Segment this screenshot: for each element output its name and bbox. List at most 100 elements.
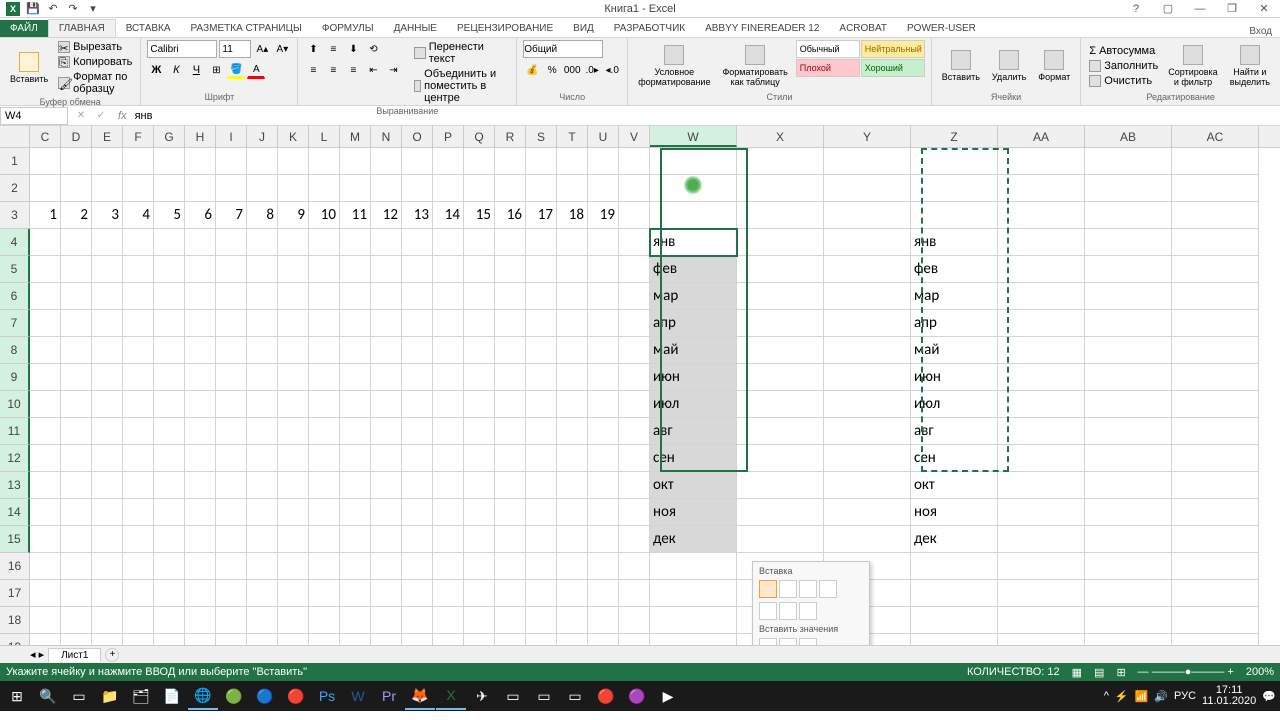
cell[interactable] bbox=[619, 634, 650, 645]
cell[interactable] bbox=[92, 526, 123, 553]
cell[interactable] bbox=[30, 580, 61, 607]
cell[interactable] bbox=[495, 337, 526, 364]
col-header-E[interactable]: E bbox=[92, 126, 123, 147]
cell[interactable]: 7 bbox=[216, 202, 247, 229]
cell[interactable] bbox=[154, 472, 185, 499]
cell[interactable] bbox=[402, 499, 433, 526]
cell[interactable] bbox=[619, 337, 650, 364]
cell[interactable] bbox=[557, 445, 588, 472]
outdent-btn[interactable]: ⇤ bbox=[364, 61, 382, 79]
merge-center-btn[interactable]: Объединить и поместить в центре bbox=[412, 67, 510, 105]
cell[interactable] bbox=[464, 634, 495, 645]
col-header-L[interactable]: L bbox=[309, 126, 340, 147]
cell[interactable] bbox=[247, 634, 278, 645]
cell[interactable] bbox=[278, 418, 309, 445]
cell[interactable] bbox=[526, 148, 557, 175]
cell[interactable] bbox=[61, 418, 92, 445]
col-header-R[interactable]: R bbox=[495, 126, 526, 147]
paste-option-all[interactable] bbox=[759, 580, 777, 598]
cell[interactable] bbox=[998, 499, 1085, 526]
paste-option-width[interactable] bbox=[779, 602, 797, 620]
cell[interactable] bbox=[911, 580, 998, 607]
cell[interactable]: 15 bbox=[464, 202, 495, 229]
zoom-level[interactable]: 200% bbox=[1246, 666, 1274, 678]
cell[interactable]: сен bbox=[650, 445, 737, 472]
cell[interactable] bbox=[464, 229, 495, 256]
cell[interactable] bbox=[61, 445, 92, 472]
cell[interactable] bbox=[464, 283, 495, 310]
cell[interactable] bbox=[464, 364, 495, 391]
underline-btn[interactable]: Ч bbox=[187, 61, 205, 79]
style-bad[interactable]: Плохой bbox=[796, 59, 860, 77]
cell[interactable] bbox=[998, 148, 1085, 175]
cell[interactable] bbox=[278, 256, 309, 283]
cell[interactable] bbox=[309, 634, 340, 645]
cell[interactable] bbox=[619, 229, 650, 256]
sort-filter-btn[interactable]: Сортировка и фильтр bbox=[1164, 40, 1221, 91]
cell[interactable] bbox=[92, 607, 123, 634]
col-header-S[interactable]: S bbox=[526, 126, 557, 147]
tab-review[interactable]: РЕЦЕНЗИРОВАНИЕ bbox=[447, 20, 563, 37]
cell[interactable] bbox=[998, 310, 1085, 337]
cell[interactable]: 12 bbox=[371, 202, 402, 229]
cell[interactable] bbox=[402, 607, 433, 634]
cell[interactable] bbox=[185, 526, 216, 553]
cell[interactable] bbox=[92, 229, 123, 256]
cell[interactable]: 3 bbox=[92, 202, 123, 229]
align-middle[interactable]: ≡ bbox=[324, 40, 342, 58]
cell[interactable] bbox=[998, 634, 1085, 645]
format-painter-button[interactable]: 🖌Формат по образцу bbox=[56, 70, 134, 96]
sheet-tab-1[interactable]: Лист1 bbox=[48, 648, 101, 662]
app-icon-1[interactable]: 🗂 bbox=[126, 682, 156, 710]
cell[interactable] bbox=[1172, 337, 1259, 364]
cell[interactable] bbox=[402, 445, 433, 472]
cell[interactable] bbox=[588, 607, 619, 634]
cell[interactable] bbox=[911, 553, 998, 580]
cell[interactable] bbox=[278, 175, 309, 202]
cell[interactable] bbox=[278, 283, 309, 310]
cell[interactable] bbox=[309, 283, 340, 310]
cell[interactable] bbox=[588, 580, 619, 607]
cell[interactable] bbox=[737, 283, 824, 310]
cell[interactable] bbox=[824, 526, 911, 553]
taskview-icon[interactable]: ▭ bbox=[64, 682, 94, 710]
cell[interactable] bbox=[123, 229, 154, 256]
cell[interactable] bbox=[185, 445, 216, 472]
cell[interactable] bbox=[185, 580, 216, 607]
cell[interactable]: 6 bbox=[185, 202, 216, 229]
cell[interactable] bbox=[247, 175, 278, 202]
cell[interactable] bbox=[464, 526, 495, 553]
style-normal[interactable]: Обычный bbox=[796, 40, 860, 58]
cell[interactable] bbox=[737, 229, 824, 256]
cell[interactable]: окт bbox=[911, 472, 998, 499]
cell[interactable] bbox=[247, 472, 278, 499]
format-cells-btn[interactable]: Формат bbox=[1034, 40, 1074, 91]
cell[interactable] bbox=[216, 607, 247, 634]
cell[interactable] bbox=[216, 364, 247, 391]
cell[interactable] bbox=[998, 391, 1085, 418]
cell[interactable] bbox=[557, 310, 588, 337]
col-header-AC[interactable]: AC bbox=[1172, 126, 1259, 147]
cell[interactable] bbox=[340, 337, 371, 364]
cell[interactable] bbox=[1172, 310, 1259, 337]
cell[interactable] bbox=[588, 472, 619, 499]
cell[interactable] bbox=[123, 526, 154, 553]
col-header-K[interactable]: K bbox=[278, 126, 309, 147]
row-header-10[interactable]: 10 bbox=[0, 391, 30, 418]
find-select-btn[interactable]: Найти и выделить bbox=[1226, 40, 1274, 91]
cell[interactable] bbox=[1172, 553, 1259, 580]
cell[interactable] bbox=[278, 337, 309, 364]
cell[interactable]: окт bbox=[650, 472, 737, 499]
cell[interactable] bbox=[247, 445, 278, 472]
cell[interactable]: янв bbox=[650, 229, 737, 256]
cell[interactable] bbox=[309, 364, 340, 391]
cell[interactable] bbox=[526, 310, 557, 337]
cell[interactable] bbox=[154, 283, 185, 310]
cell[interactable] bbox=[495, 472, 526, 499]
app-icon-8[interactable]: ▭ bbox=[560, 682, 590, 710]
fx-icon[interactable]: fx bbox=[114, 110, 131, 122]
cell[interactable] bbox=[526, 553, 557, 580]
cell[interactable] bbox=[92, 283, 123, 310]
cell[interactable] bbox=[433, 391, 464, 418]
cell[interactable] bbox=[402, 283, 433, 310]
